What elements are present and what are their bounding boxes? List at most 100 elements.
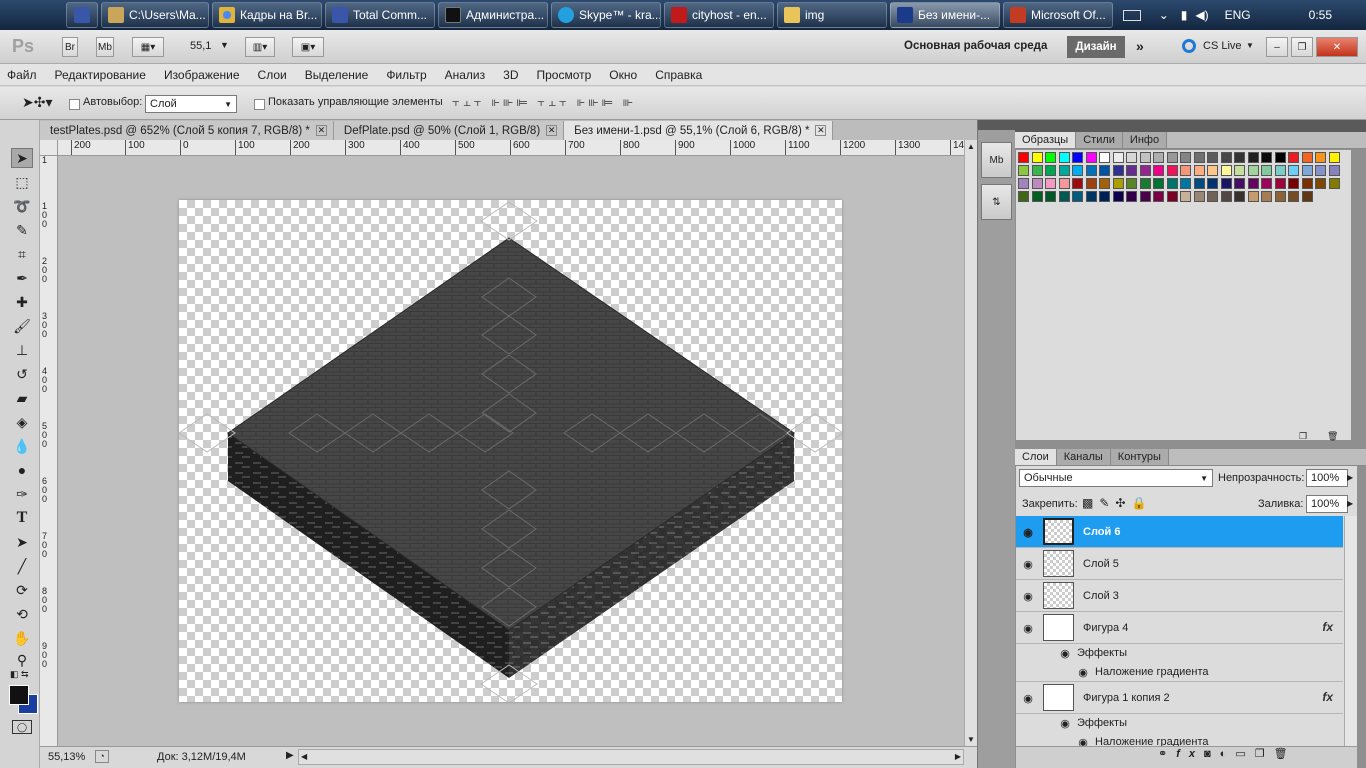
color-swatch[interactable]: [1112, 165, 1124, 176]
color-swatch[interactable]: [1261, 191, 1272, 202]
close-tab-icon[interactable]: ✕: [815, 125, 827, 136]
color-swatch[interactable]: [1166, 152, 1178, 163]
layer-style-fx-icon[interactable]: fx: [1176, 748, 1204, 760]
chevron-down-icon[interactable]: ⌄: [1159, 8, 1169, 22]
document-canvas[interactable]: [179, 200, 842, 702]
color-swatch[interactable]: [1261, 152, 1272, 163]
taskbar-item-explorer[interactable]: C:\Users\Ma...: [101, 2, 209, 28]
tab-channels[interactable]: Каналы: [1056, 449, 1111, 465]
visibility-eye-icon[interactable]: ◉: [1058, 717, 1072, 730]
color-swatch[interactable]: [1193, 152, 1205, 163]
vertical-scrollbar[interactable]: ▲ ▼: [964, 140, 977, 746]
color-swatch[interactable]: [1139, 165, 1151, 176]
visibility-eye-icon[interactable]: ◉: [1021, 622, 1035, 635]
menu-3d[interactable]: 3D: [503, 68, 518, 82]
color-swatch[interactable]: [1085, 191, 1097, 202]
color-swatch[interactable]: [1139, 152, 1151, 163]
dodge-tool[interactable]: ●: [11, 460, 33, 480]
cs-live-button[interactable]: CS Live: [1203, 40, 1242, 52]
menu-select[interactable]: Выделение: [305, 68, 369, 82]
color-swatch[interactable]: [1099, 152, 1110, 163]
color-swatch[interactable]: [1031, 178, 1043, 189]
3d-orbit-tool[interactable]: ⟲: [11, 604, 33, 624]
color-swatch[interactable]: [1328, 152, 1340, 163]
color-swatch[interactable]: [1085, 178, 1097, 189]
color-swatch[interactable]: [1180, 152, 1191, 163]
quick-select-tool[interactable]: ✎: [11, 220, 33, 240]
color-swatch[interactable]: [1247, 178, 1259, 189]
new-group-icon[interactable]: ▭: [1235, 748, 1254, 760]
color-swatch[interactable]: [1301, 165, 1313, 176]
foreground-color-swatch[interactable]: [9, 685, 29, 705]
marquee-tool[interactable]: ⬚: [11, 172, 33, 192]
arrange-documents-button[interactable]: ▥▾: [245, 37, 275, 57]
color-swatch[interactable]: [1153, 152, 1164, 163]
new-swatch-icon[interactable]: ❐: [1299, 431, 1307, 442]
scroll-left-icon[interactable]: ◀: [301, 752, 307, 761]
color-swatch[interactable]: [1018, 165, 1029, 176]
color-swatch[interactable]: [1031, 152, 1043, 163]
color-swatch[interactable]: [1328, 165, 1340, 176]
color-swatch[interactable]: [1207, 191, 1218, 202]
fx-icon[interactable]: fx: [1322, 690, 1333, 704]
taskbar-item-filezilla[interactable]: cityhost - en...: [664, 2, 774, 28]
color-swatch[interactable]: [1180, 191, 1191, 202]
visibility-eye-icon[interactable]: ◉: [1021, 692, 1035, 705]
layer-row[interactable]: ◉ Слой 3: [1016, 580, 1343, 612]
crop-tool[interactable]: ⌗: [11, 244, 33, 264]
menu-layer[interactable]: Слои: [258, 68, 287, 82]
color-swatch[interactable]: [1153, 191, 1164, 202]
color-swatch[interactable]: [1328, 178, 1340, 189]
menu-analysis[interactable]: Анализ: [445, 68, 486, 82]
color-swatch[interactable]: [1180, 178, 1191, 189]
close-tab-icon[interactable]: ✕: [546, 125, 558, 136]
cs-live-dropdown-icon[interactable]: ▼: [1246, 41, 1254, 50]
visibility-eye-icon[interactable]: ◉: [1021, 526, 1035, 539]
hand-tool[interactable]: ✋: [11, 628, 33, 648]
tab-untitled[interactable]: Без имени-1.psd @ 55,1% (Слой 6, RGB/8) …: [564, 121, 834, 140]
color-swatch[interactable]: [1247, 152, 1259, 163]
color-swatch[interactable]: [1180, 165, 1191, 176]
tab-swatches[interactable]: Образцы: [1015, 132, 1077, 148]
visibility-eye-icon[interactable]: ◉: [1021, 558, 1035, 571]
color-swatch[interactable]: [1031, 191, 1043, 202]
color-swatch[interactable]: [1058, 165, 1070, 176]
layers-scrollbar[interactable]: [1344, 516, 1357, 746]
network-icon[interactable]: ▮: [1181, 8, 1188, 22]
color-swatch[interactable]: [1139, 191, 1151, 202]
color-swatch[interactable]: [1288, 178, 1299, 189]
paint-bucket-tool[interactable]: ◈: [11, 412, 33, 432]
visibility-eye-icon[interactable]: ◉: [1076, 736, 1090, 746]
taskbar-item-total-commander[interactable]: Total Comm...: [325, 2, 435, 28]
color-swatch[interactable]: [1085, 165, 1097, 176]
blur-tool[interactable]: 💧: [11, 436, 33, 456]
color-swatch[interactable]: [1288, 191, 1299, 202]
taskbar-item-skype[interactable]: Skype™ - kra...: [551, 2, 661, 28]
color-swatch[interactable]: [1072, 152, 1083, 163]
vertical-ruler[interactable]: 1 1 0 0 2 0 0 3 0 0 4 0 0 5 0 0 6 0 0 7 …: [40, 156, 58, 746]
delete-layer-icon[interactable]: 🗑: [1274, 748, 1297, 760]
color-swatch[interactable]: [1207, 178, 1218, 189]
eraser-tool[interactable]: ▰: [11, 388, 33, 408]
clock[interactable]: 0:55: [1309, 8, 1332, 22]
color-swatch[interactable]: [1315, 152, 1326, 163]
menu-view[interactable]: Просмотр: [536, 68, 591, 82]
fill-input[interactable]: 100%: [1306, 495, 1348, 513]
color-swatch[interactable]: [1126, 165, 1137, 176]
color-swatch[interactable]: [1153, 165, 1164, 176]
menu-filter[interactable]: Фильтр: [386, 68, 426, 82]
new-layer-icon[interactable]: ❐: [1255, 748, 1274, 760]
volume-icon[interactable]: ◀): [1195, 8, 1208, 22]
type-tool[interactable]: T: [11, 508, 33, 528]
color-swatch[interactable]: [1234, 178, 1245, 189]
tab-testplates[interactable]: testPlates.psd @ 652% (Слой 5 копия 7, R…: [40, 121, 334, 140]
blend-mode-select[interactable]: Обычные ▼: [1019, 469, 1213, 487]
color-swatch[interactable]: [1112, 152, 1124, 163]
tab-info[interactable]: Инфо: [1122, 132, 1168, 148]
move-tool[interactable]: ➤: [11, 148, 33, 168]
color-swatch[interactable]: [1112, 178, 1124, 189]
ruler-origin[interactable]: [40, 140, 58, 156]
design-workspace-button[interactable]: Дизайн: [1067, 36, 1125, 58]
document-workspace[interactable]: [58, 156, 964, 746]
color-swatch[interactable]: [1207, 152, 1218, 163]
